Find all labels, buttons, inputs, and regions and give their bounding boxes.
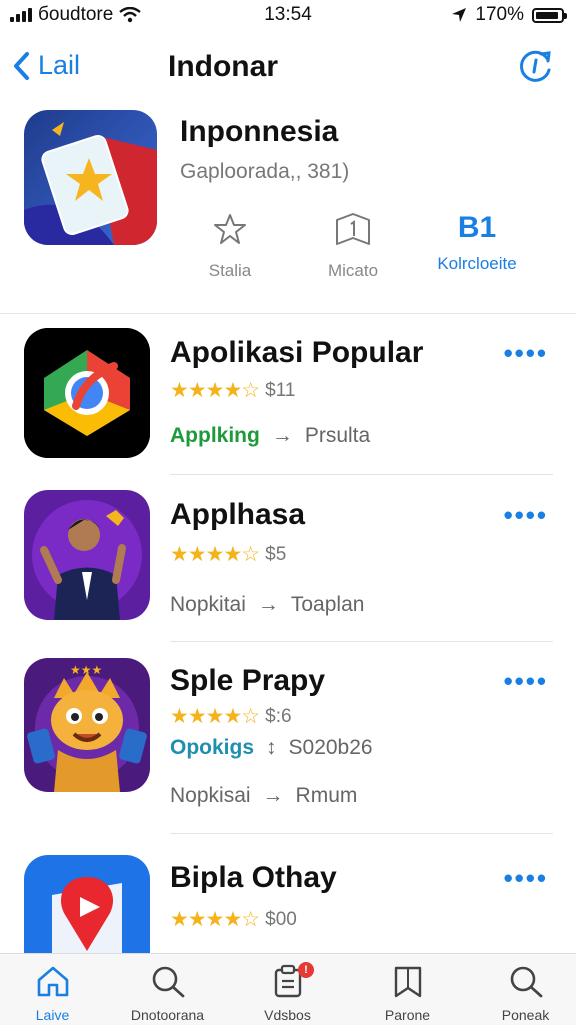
browser-icon — [24, 328, 150, 458]
app-price: $:6 — [265, 705, 292, 727]
featured-app-title: Inponnesia — [180, 115, 339, 148]
featured-actions: Stalia Micato B1 Kolrcloeite — [180, 212, 560, 292]
arrow-icon: → — [257, 593, 279, 616]
arrow-icon: → — [271, 424, 293, 447]
app-meta: Nopkitai → Toaplan — [170, 593, 364, 617]
tab-poneak[interactable]: Poneak — [468, 964, 576, 1023]
app-extra-meta: Opokigs ↕ S020b26 — [170, 736, 373, 760]
list-item[interactable]: Applhasa •••• ★★★★☆ $5 Nopkitai → Toapla… — [0, 490, 576, 650]
bookmark-icon — [336, 213, 370, 245]
tab-label: Parone — [384, 1007, 431, 1023]
app-price: $5 — [265, 543, 287, 565]
app-icon — [24, 328, 150, 458]
section-divider — [0, 313, 576, 314]
battery-icon — [532, 7, 567, 23]
creature-game-icon: ★★★ — [24, 658, 150, 792]
kolrcloeite-button[interactable]: B1 Kolrcloeite — [422, 212, 532, 274]
back-button[interactable]: Lail — [12, 50, 80, 81]
app-name: Sple Prapy — [170, 664, 326, 697]
tab-label: Laive — [35, 1007, 70, 1023]
more-options-button[interactable]: •••• — [504, 338, 548, 369]
status-bar: бoudtore 13:54 170% — [0, 0, 576, 30]
star-icon — [214, 214, 246, 244]
tab-dnotoorana[interactable]: Dnotoorana — [110, 964, 225, 1023]
meta-left: Applking — [170, 424, 260, 447]
tab-laive[interactable]: Laive — [0, 964, 110, 1023]
app-rating: ★★★★☆ $00 — [170, 907, 297, 932]
home-icon — [37, 966, 68, 997]
rating-stars: ★★★★☆ — [170, 908, 260, 931]
kolrcloeite-label: Kolrcloeite — [437, 254, 517, 273]
app-rating: ★★★★☆ $11 — [170, 378, 295, 403]
meta-right: Rmum — [295, 784, 358, 807]
row-divider — [170, 474, 553, 475]
notification-badge: ! — [298, 962, 314, 978]
refresh-icon — [520, 50, 551, 82]
app-name: Bipla Othay — [170, 861, 337, 894]
tab-label: Dnotoorana — [130, 1007, 205, 1023]
app-name: Apolikasi Popular — [170, 336, 424, 369]
stalia-label: Stalia — [208, 261, 252, 280]
app-rating: ★★★★☆ $:6 — [170, 704, 292, 729]
search-icon — [510, 966, 542, 998]
list-item[interactable]: Bipla Othay •••• ★★★★☆ $00 — [0, 855, 576, 953]
stalia-button[interactable]: Stalia — [175, 212, 285, 281]
rating-stars: ★★★★☆ — [170, 705, 260, 728]
page-title: Indonar — [168, 50, 278, 83]
nav-bar: Lail Indonar — [0, 40, 576, 96]
search-icon — [152, 966, 184, 998]
book-icon — [394, 966, 421, 998]
status-right: 170% — [451, 4, 567, 26]
list-item[interactable]: Apolikasi Popular •••• ★★★★☆ $11 Applkin… — [0, 328, 576, 488]
app-meta: Applking → Prsulta — [170, 424, 370, 448]
updown-icon: ↕ — [266, 736, 277, 759]
list-item[interactable]: ★★★ Sple Prapy •••• ★★★★☆ $:6 Opokigs ↕ … — [0, 658, 576, 838]
more-options-button[interactable]: •••• — [504, 666, 548, 697]
tab-bar: Laive Dnotoorana ! Vdsbos Parone Poneak — [0, 953, 576, 1025]
meta-left: Nopkitai — [170, 593, 246, 616]
tab-vdsbos[interactable]: ! Vdsbos — [230, 962, 345, 1023]
app-rating: ★★★★☆ $5 — [170, 542, 286, 567]
tab-label: Poneak — [501, 1007, 550, 1023]
app-meta: Nopkisai → Rmum — [170, 784, 357, 808]
chevron-left-icon — [14, 51, 29, 80]
back-label: Lail — [38, 50, 81, 80]
refresh-button[interactable] — [518, 48, 554, 89]
row-divider — [170, 833, 553, 834]
card-game-icon — [24, 110, 157, 245]
svg-text:★★★: ★★★ — [70, 663, 102, 677]
person-game-icon — [24, 490, 150, 620]
more-options-button[interactable]: •••• — [504, 500, 548, 531]
extra-right: S020b26 — [288, 736, 373, 759]
app-icon — [24, 490, 150, 620]
app-name: Applhasa — [170, 498, 306, 531]
tab-label: Vdsbos — [264, 1007, 311, 1023]
location-icon — [452, 8, 467, 22]
meta-left: Nopkisai — [170, 784, 251, 807]
row-divider — [170, 641, 553, 642]
featured-app-icon[interactable] — [24, 110, 157, 245]
meta-right: Prsulta — [304, 424, 371, 447]
micato-button[interactable]: Micato — [298, 212, 408, 281]
app-icon — [24, 855, 150, 953]
extra-left: Opokigs — [170, 736, 255, 759]
micato-label: Micato — [327, 261, 379, 280]
battery-percent: 170% — [475, 4, 524, 25]
meta-right: Toaplan — [290, 593, 365, 616]
more-options-button[interactable]: •••• — [504, 863, 548, 894]
featured-app-subtitle: Gaploorada,, 381) — [180, 160, 350, 183]
app-price: $11 — [265, 379, 296, 401]
map-pin-icon — [24, 855, 150, 953]
app-icon: ★★★ — [24, 658, 150, 792]
app-price: $00 — [265, 908, 297, 930]
rating-stars: ★★★★☆ — [170, 543, 260, 566]
number-icon: B1 — [457, 211, 497, 244]
arrow-icon: → — [262, 784, 284, 807]
rating-stars: ★★★★☆ — [170, 379, 260, 402]
tab-parone[interactable]: Parone — [350, 964, 465, 1023]
